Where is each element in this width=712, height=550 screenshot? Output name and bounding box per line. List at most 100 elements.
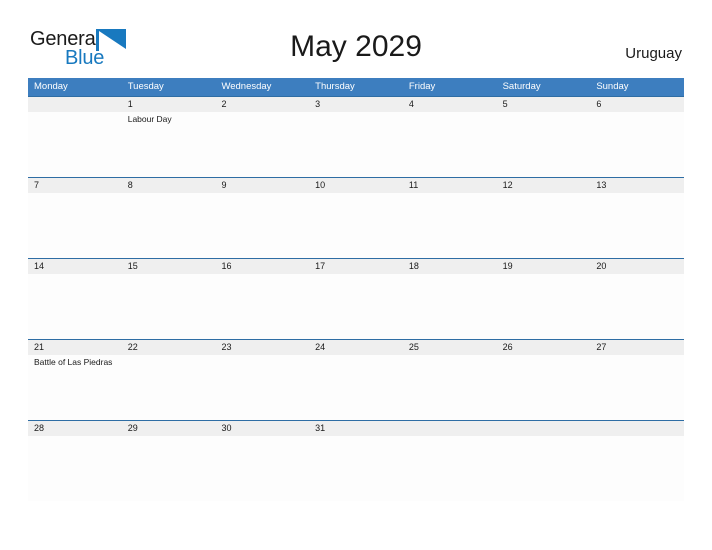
weekday-thursday: Thursday: [315, 81, 355, 92]
page-header: General Blue May 2029 Uruguay: [0, 0, 712, 78]
week-date-band: 21 22 23 24 25 26 27: [28, 339, 684, 355]
day-number: 13: [596, 180, 607, 190]
day-number: 4: [408, 99, 414, 109]
weekday-saturday: Saturday: [502, 81, 541, 92]
day-number: [497, 421, 591, 436]
day-number: 8: [127, 180, 133, 190]
day-number: 3: [315, 99, 321, 109]
day-number: 20: [596, 261, 607, 271]
day-number: 21: [34, 342, 45, 352]
day-number: 7: [34, 180, 40, 190]
day-number: 22: [127, 342, 138, 352]
day-cell[interactable]: [590, 274, 684, 339]
calendar-week-row: 1 2 3 4 5 6 Labour Day: [28, 96, 684, 177]
day-number: 14: [34, 261, 45, 271]
calendar-week-row: 7 8 9 10 11 12 13: [28, 177, 684, 258]
day-number: 29: [127, 423, 138, 433]
day-cell[interactable]: [309, 355, 403, 420]
day-cell[interactable]: [28, 436, 122, 501]
week-event-band: [28, 436, 684, 501]
weekday-monday: Monday: [34, 81, 68, 92]
calendar-page: General Blue May 2029 Uruguay Monday Tue…: [0, 0, 712, 550]
day-number: [590, 421, 684, 436]
day-number: 23: [221, 342, 232, 352]
day-number: 28: [34, 423, 45, 433]
day-cell[interactable]: Battle of Las Piedras: [28, 355, 122, 420]
day-cell[interactable]: [497, 193, 591, 258]
day-number: 30: [221, 423, 232, 433]
day-cell[interactable]: [28, 193, 122, 258]
day-number: 24: [315, 342, 326, 352]
day-cell[interactable]: [309, 436, 403, 501]
week-event-band: Labour Day: [28, 112, 684, 177]
day-cell[interactable]: [497, 112, 591, 177]
day-cell[interactable]: [403, 355, 497, 420]
day-cell[interactable]: [590, 436, 684, 501]
day-number: [28, 97, 122, 112]
day-cell[interactable]: [122, 193, 216, 258]
weekday-header-row: Monday Tuesday Wednesday Thursday Friday…: [28, 78, 684, 96]
day-number: 5: [502, 99, 508, 109]
day-number: 27: [596, 342, 607, 352]
day-cell[interactable]: [122, 274, 216, 339]
page-title: May 2029: [290, 30, 422, 63]
day-cell[interactable]: [122, 355, 216, 420]
day-number: 11: [408, 180, 419, 190]
day-cell[interactable]: [28, 274, 122, 339]
day-number: 19: [502, 261, 513, 271]
day-cell[interactable]: [215, 436, 309, 501]
calendar-week-row: 21 22 23 24 25 26 27 Battle of Las Piedr…: [28, 339, 684, 420]
day-cell[interactable]: [590, 355, 684, 420]
day-number: 15: [127, 261, 138, 271]
day-cell[interactable]: [497, 355, 591, 420]
day-number: 16: [221, 261, 232, 271]
day-cell[interactable]: [309, 193, 403, 258]
day-event-label: Labour Day: [127, 114, 172, 124]
day-number: 9: [221, 180, 227, 190]
week-date-band: 14 15 16 17 18 19 20: [28, 258, 684, 274]
day-number: 26: [502, 342, 513, 352]
day-cell[interactable]: [122, 436, 216, 501]
day-number: [403, 421, 497, 436]
day-cell[interactable]: [497, 274, 591, 339]
day-cell[interactable]: [403, 193, 497, 258]
weekday-tuesday: Tuesday: [127, 81, 164, 92]
week-date-band: 7 8 9 10 11 12 13: [28, 177, 684, 193]
day-number: 6: [596, 99, 602, 109]
day-cell[interactable]: [403, 112, 497, 177]
day-cell[interactable]: [403, 436, 497, 501]
day-cell[interactable]: [215, 112, 309, 177]
day-number: 12: [502, 180, 513, 190]
week-event-band: Battle of Las Piedras: [28, 355, 684, 420]
day-number: 17: [315, 261, 326, 271]
week-event-band: [28, 274, 684, 339]
weekday-friday: Friday: [408, 81, 436, 92]
day-cell[interactable]: [215, 193, 309, 258]
day-number: 10: [315, 180, 326, 190]
week-date-band: 28 29 30 31: [28, 420, 684, 436]
day-cell[interactable]: [309, 112, 403, 177]
day-cell[interactable]: [403, 274, 497, 339]
day-cell[interactable]: [590, 193, 684, 258]
day-cell[interactable]: [215, 274, 309, 339]
day-cell[interactable]: [309, 274, 403, 339]
day-cell[interactable]: [497, 436, 591, 501]
week-event-band: [28, 193, 684, 258]
day-cell[interactable]: [590, 112, 684, 177]
day-event-label: Battle of Las Piedras: [34, 357, 113, 367]
day-number: 2: [221, 99, 227, 109]
weekday-sunday: Sunday: [596, 81, 629, 92]
day-cell[interactable]: [28, 112, 122, 177]
country-label: Uruguay: [625, 45, 682, 62]
calendar-grid: Monday Tuesday Wednesday Thursday Friday…: [28, 78, 684, 501]
calendar-week-row: 28 29 30 31: [28, 420, 684, 501]
day-cell[interactable]: [215, 355, 309, 420]
day-number: 31: [315, 423, 326, 433]
day-cell[interactable]: Labour Day: [122, 112, 216, 177]
calendar-week-row: 14 15 16 17 18 19 20: [28, 258, 684, 339]
day-number: 1: [127, 99, 133, 109]
day-number: 25: [408, 342, 419, 352]
day-number: 18: [408, 261, 419, 271]
weekday-wednesday: Wednesday: [221, 81, 272, 92]
week-date-band: 1 2 3 4 5 6: [28, 96, 684, 112]
